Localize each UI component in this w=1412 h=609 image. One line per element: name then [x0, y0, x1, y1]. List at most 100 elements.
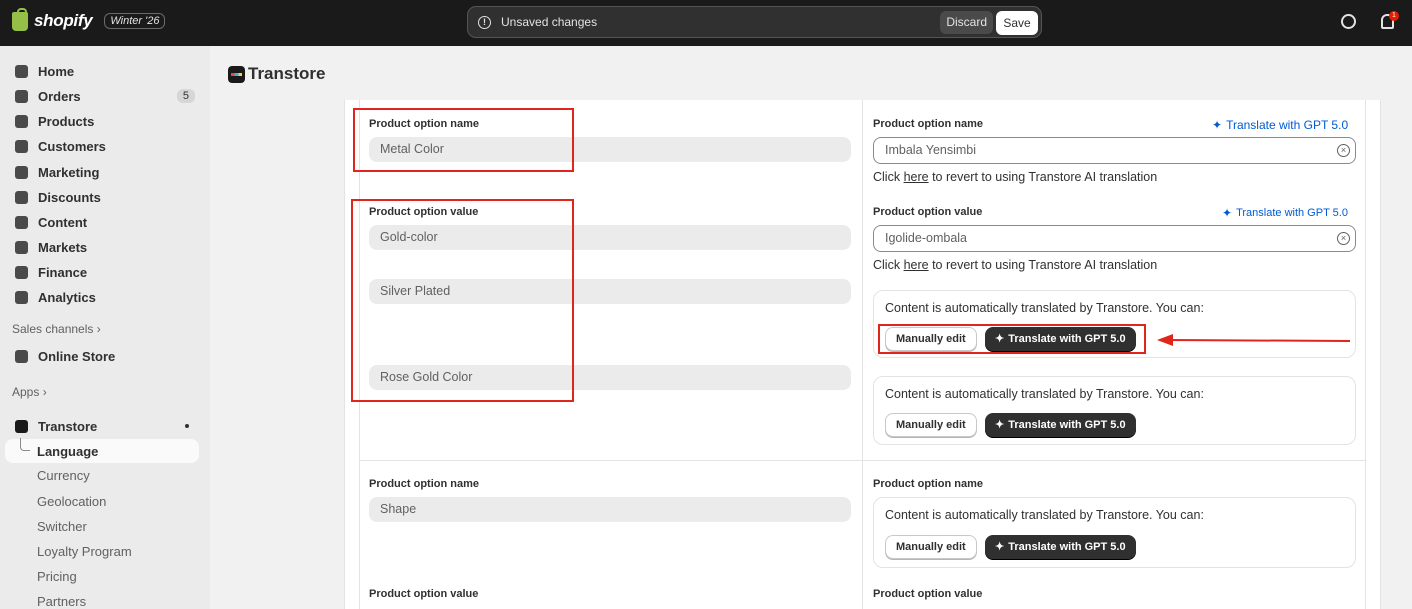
option-name-label: Product option name	[369, 478, 479, 490]
sidebar-item-label: Online Store	[38, 348, 116, 364]
manually-edit-button[interactable]: Manually edit	[885, 413, 977, 437]
sales-channels-heading[interactable]: Sales channels ›	[12, 322, 101, 336]
sparkle-icon: ✦	[1222, 206, 1233, 220]
revert-prefix: Click	[873, 170, 904, 184]
sidebar-item-finance[interactable]: Finance	[5, 260, 199, 284]
revert-here-link[interactable]: here	[904, 170, 929, 184]
shopify-logo[interactable]: shopify Winter '26	[12, 7, 166, 31]
translate-gpt-label: Translate with GPT 5.0	[1008, 541, 1126, 553]
revert-note: Click here to revert to using Transtore …	[873, 258, 1157, 272]
home-icon	[15, 64, 28, 78]
auto-translate-text: Content is automatically translated by T…	[885, 301, 1204, 315]
sidebar-item-discounts[interactable]: Discounts	[5, 185, 199, 209]
orders-count-badge: 5	[176, 89, 195, 103]
sidebar-item-label: Markets	[38, 239, 88, 255]
sidebar-item-markets[interactable]: Markets	[5, 235, 199, 259]
sales-channels-label: Sales channels	[12, 322, 94, 336]
content-icon	[15, 215, 28, 229]
unsaved-changes-bar: ! Unsaved changes Discard Save	[467, 6, 1042, 38]
sidebar-subitem-partners[interactable]: Partners	[37, 594, 86, 609]
alert-icon: !	[478, 15, 491, 29]
auto-translate-text: Content is automatically translated by T…	[885, 508, 1204, 522]
chevron-right-icon: ›	[96, 322, 101, 336]
clear-icon[interactable]: ×	[1337, 232, 1350, 245]
translated-name-label: Product option name	[873, 118, 983, 130]
sidebar-subitem-loyalty-program[interactable]: Loyalty Program	[37, 544, 132, 559]
unsaved-text: Unsaved changes	[501, 15, 598, 29]
translate-gpt-button[interactable]: ✦ Translate with GPT 5.0	[985, 535, 1136, 559]
sidebar-item-orders[interactable]: Orders 5	[5, 84, 199, 108]
annotation-arrow-icon	[1157, 334, 1351, 346]
auto-translate-text: Content is automatically translated by T…	[885, 387, 1204, 401]
notification-badge: 1	[1389, 11, 1399, 21]
annotation-box	[351, 199, 574, 402]
annotation-box	[878, 324, 1146, 354]
auto-translate-card: Content is automatically translated by T…	[873, 376, 1356, 445]
inbox-icon	[15, 89, 28, 103]
person-icon	[15, 139, 28, 153]
sparkle-icon: ✦	[995, 541, 1005, 553]
revert-suffix: to revert to using Transtore AI translat…	[928, 170, 1158, 184]
apps-label: Apps	[12, 385, 40, 399]
translated-value-label: Product option value	[873, 588, 983, 600]
sidebar-item-transtore[interactable]: Transtore	[5, 414, 199, 438]
translate-gpt-label: Translate with GPT 5.0	[1236, 207, 1348, 219]
transtore-logo-icon	[228, 65, 245, 83]
option-value-label: Product option value	[369, 588, 479, 600]
save-button[interactable]: Save	[996, 11, 1038, 35]
annotation-box	[353, 108, 574, 172]
translated-value-input[interactable]: Igolide-ombala ×	[873, 225, 1356, 252]
sidebar-item-analytics[interactable]: Analytics	[5, 285, 199, 309]
sidebar-subitem-currency[interactable]: Currency	[37, 468, 90, 483]
pin-dot-icon	[185, 424, 189, 428]
globe-icon	[15, 240, 28, 254]
discard-button[interactable]: Discard	[940, 11, 993, 34]
translated-value-text: Igolide-ombala	[885, 231, 967, 245]
translated-name-value: Imbala Yensimbi	[885, 143, 977, 157]
chart-icon	[15, 290, 28, 304]
transtore-app-icon	[15, 419, 28, 433]
sidebar-subitem-switcher[interactable]: Switcher	[37, 519, 87, 534]
revert-prefix: Click	[873, 258, 904, 272]
sparkle-icon: ✦	[1212, 118, 1223, 132]
sidebar-subitem-pricing[interactable]: Pricing	[37, 569, 77, 584]
sidebar-item-customers[interactable]: Customers	[5, 134, 199, 158]
sidebar-item-home[interactable]: Home	[5, 59, 199, 83]
sidebar-subitem-language[interactable]: Language	[5, 439, 199, 463]
tree-connector-icon	[20, 438, 30, 451]
discount-icon	[15, 190, 28, 204]
revert-here-link[interactable]: here	[904, 258, 929, 272]
chevron-right-icon: ›	[42, 385, 47, 399]
sidebar-item-products[interactable]: Products	[5, 109, 199, 133]
apps-heading[interactable]: Apps ›	[12, 385, 47, 399]
revert-suffix: to revert to using Transtore AI translat…	[928, 258, 1158, 272]
storefront-icon	[15, 349, 28, 363]
translate-gpt-link[interactable]: ✦ Translate with GPT 5.0	[1222, 206, 1348, 220]
brand-name: shopify	[34, 11, 93, 30]
manually-edit-button[interactable]: Manually edit	[885, 535, 977, 559]
shopify-bag-icon	[12, 7, 28, 31]
sidebar-item-marketing[interactable]: Marketing	[5, 160, 199, 184]
sidebar-item-label: Customers	[38, 138, 106, 154]
top-bar: shopify Winter '26 ! Unsaved changes Dis…	[0, 0, 1412, 46]
store-icon[interactable]	[1341, 14, 1356, 29]
translate-gpt-label: Translate with GPT 5.0	[1008, 419, 1126, 431]
sidebar-item-online-store[interactable]: Online Store	[5, 344, 199, 368]
bank-icon	[15, 265, 28, 279]
sidebar-item-label: Finance	[38, 264, 88, 280]
clear-icon[interactable]: ×	[1337, 144, 1350, 157]
sidebar-item-label: Analytics	[38, 289, 96, 305]
sidebar-item-label: Home	[38, 63, 75, 79]
option-name-source: Shape	[369, 497, 851, 522]
translated-name-input[interactable]: Imbala Yensimbi ×	[873, 137, 1356, 164]
page-title: Transtore	[248, 64, 326, 83]
translate-gpt-label: Translate with GPT 5.0	[1226, 118, 1349, 132]
sidebar-item-label: Products	[38, 113, 95, 129]
app-header: Transtore	[228, 64, 325, 84]
sidebar-item-label: Transtore	[38, 418, 98, 434]
sidebar-item-content[interactable]: Content	[5, 210, 199, 234]
sidebar-item-label: Discounts	[38, 189, 101, 205]
translate-gpt-button[interactable]: ✦ Translate with GPT 5.0	[985, 413, 1136, 437]
sidebar-subitem-geolocation[interactable]: Geolocation	[37, 494, 106, 509]
translate-gpt-link[interactable]: ✦ Translate with GPT 5.0	[1212, 118, 1348, 132]
